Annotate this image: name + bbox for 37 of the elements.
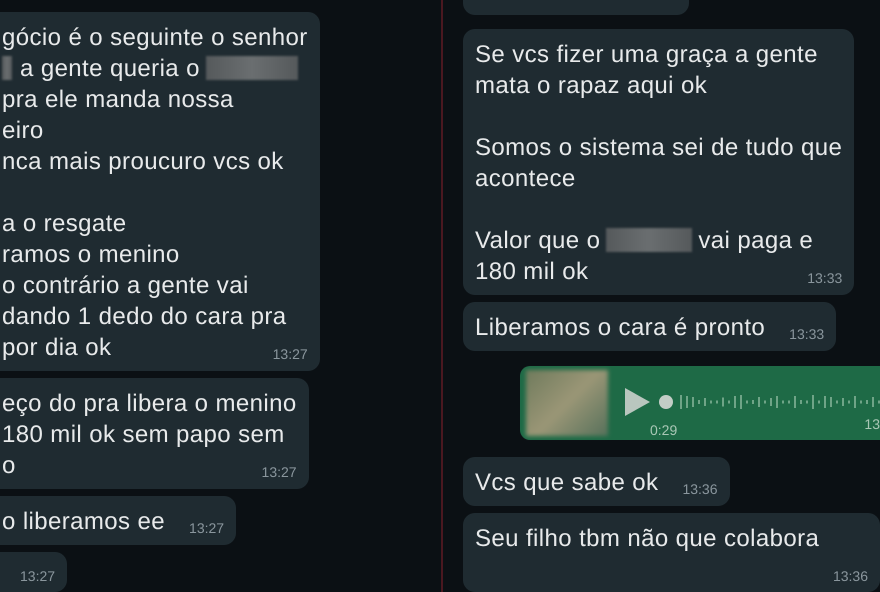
message-text: a gente queria o <box>20 55 200 82</box>
message-time: 13:36 <box>832 568 868 584</box>
message-text: acontece <box>475 164 576 192</box>
message-time: 13:33 <box>789 326 824 342</box>
message-text: a o resgate <box>2 210 126 237</box>
message-text: ramos o menino <box>2 241 180 268</box>
message-text: Seu filho tbm não que colabora <box>475 525 820 552</box>
message-time: 13 <box>864 416 880 432</box>
message-text: o contrário a gente vai <box>2 272 249 299</box>
message-time: 13:27 <box>272 346 308 362</box>
message-text: dando 1 dedo do cara pra <box>2 303 286 330</box>
message-text: Liberamos o cara é pronto <box>475 314 766 341</box>
message-text: o liberamos ee <box>2 508 166 535</box>
voice-duration: 0:29 <box>650 422 678 438</box>
message-text: Somos o sistema sei de tudo que <box>475 134 842 161</box>
message-text: Valor que o <box>475 226 600 254</box>
message-text: eiro <box>2 117 44 144</box>
play-icon[interactable] <box>622 386 652 418</box>
message-text: 180 mil ok sem papo sem <box>2 421 285 448</box>
message-text: gócio é o seguinte o senhor <box>2 24 308 51</box>
message-time: 13:27 <box>20 568 56 584</box>
message-time: 13:36 <box>682 481 718 497</box>
message-text: nca mais proucuro vcs ok <box>2 148 284 175</box>
message-text: o <box>2 452 16 479</box>
message-text: eço do pra libera o menino <box>2 390 297 417</box>
message-text: vai paga e <box>698 226 814 254</box>
message-text: 180 mil ok <box>475 258 588 285</box>
blurred-redaction <box>2 56 12 80</box>
message-time: 13:33 <box>807 270 842 286</box>
message-time: 13:27 <box>189 520 224 536</box>
message-text: Se vcs fizer uma graça a gente <box>475 40 818 68</box>
message-text: Vcs que sabe ok <box>475 469 658 496</box>
message-text: pra ele manda nossa <box>2 86 234 113</box>
message-text: por dia ok <box>2 334 112 361</box>
playback-thumb[interactable] <box>658 394 674 410</box>
message-time: 13:27 <box>262 464 297 480</box>
message-text: mata o rapaz aqui ok <box>475 72 708 99</box>
